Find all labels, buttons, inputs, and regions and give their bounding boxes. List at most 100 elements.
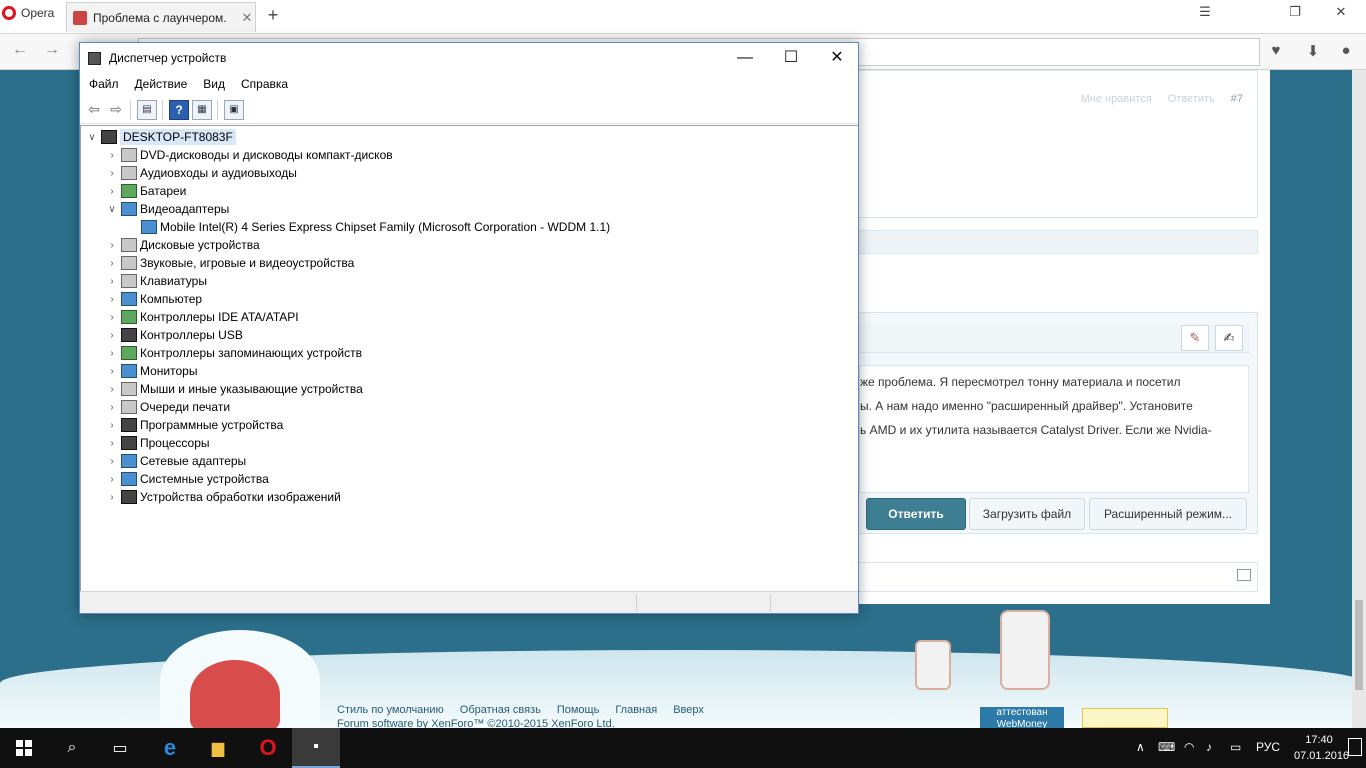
tree-category[interactable]: › Сетевые адаптеры [105, 452, 246, 470]
file-explorer-icon[interactable]: ▆ [194, 728, 242, 768]
keyboard-toggle-icon[interactable] [1237, 569, 1251, 581]
chevron-right-icon[interactable]: › [105, 474, 119, 485]
clock[interactable]: 17:40 07.01.2016 [1294, 732, 1349, 764]
tree-category[interactable]: › Процессоры [105, 434, 210, 452]
heart-icon[interactable]: ♥ [1266, 42, 1286, 62]
properties-icon[interactable]: ▦ [192, 100, 212, 120]
chevron-right-icon[interactable]: › [105, 258, 119, 269]
chevron-right-icon[interactable]: › [105, 420, 119, 431]
download-icon[interactable]: ⬇ [1303, 42, 1323, 62]
footer-link-feedback[interactable]: Обратная связь [460, 704, 541, 716]
upload-file-button[interactable]: Загрузить файл [969, 498, 1085, 530]
tab-menu-icon[interactable]: ☰ [1194, 4, 1216, 20]
footer-link-help[interactable]: Помощь [557, 704, 600, 716]
menu-file[interactable]: Файл [89, 77, 119, 91]
chevron-right-icon[interactable]: › [105, 294, 119, 305]
tree-category[interactable]: › Звуковые, игровые и видеоустройства [105, 254, 354, 272]
keyboard-tray-icon[interactable]: ⌨ [1158, 740, 1175, 754]
task-view-icon[interactable]: ▭ [96, 728, 144, 768]
chevron-right-icon[interactable]: › [105, 186, 119, 197]
chevron-right-icon[interactable]: › [105, 456, 119, 467]
account-icon[interactable]: ● [1336, 42, 1356, 62]
chevron-right-icon[interactable]: › [105, 330, 119, 341]
tree-category[interactable]: › Устройства обработки изображений [105, 488, 341, 506]
chevron-right-icon[interactable]: › [105, 240, 119, 251]
editor-text-area[interactable]: же проблема. Я пересмотрел тонну материа… [859, 365, 1249, 493]
forward-arrow-icon[interactable]: → [42, 41, 62, 59]
maximize-icon[interactable]: ☐ [768, 43, 814, 73]
minimize-icon[interactable]: — [722, 43, 768, 73]
show-hidden-icons-icon[interactable]: ∧ [1136, 740, 1145, 754]
reply-link[interactable]: Ответить [1168, 93, 1215, 105]
new-tab-button[interactable]: + [262, 5, 284, 26]
tree-root[interactable]: ∨ DESKTOP-FT8083F [85, 128, 236, 146]
start-button[interactable] [0, 728, 48, 768]
tree-category[interactable]: › Дисковые устройства [105, 236, 260, 254]
tree-category[interactable]: › Батареи [105, 182, 186, 200]
language-indicator[interactable]: РУС [1256, 740, 1280, 754]
post-number[interactable]: #7 [1231, 93, 1243, 105]
menu-view[interactable]: Вид [203, 77, 225, 91]
page-scrollbar-thumb[interactable] [1355, 600, 1363, 690]
menu-action[interactable]: Действие [135, 77, 188, 91]
tree-category[interactable]: › Очереди печати [105, 398, 230, 416]
tree-category[interactable]: › DVD-дисководы и дисководы компакт-диско… [105, 146, 393, 164]
wifi-icon[interactable]: ◠ [1184, 740, 1194, 754]
tree-category[interactable]: › Аудиовходы и аудиовыходы [105, 164, 297, 182]
opera-taskbar-icon[interactable]: O [244, 728, 292, 768]
tree-category[interactable]: › Клавиатуры [105, 272, 207, 290]
chevron-right-icon[interactable]: › [105, 492, 119, 503]
close-icon[interactable]: ✕ [814, 43, 860, 73]
chevron-right-icon[interactable]: › [105, 150, 119, 161]
browser-close-icon[interactable]: ✕ [1330, 4, 1352, 20]
tree-category[interactable]: › Контроллеры IDE ATA/ATAPI [105, 308, 299, 326]
chevron-right-icon[interactable]: › [105, 438, 119, 449]
webmoney-badge[interactable]: аттестован WebMoney [980, 707, 1064, 728]
reply-button[interactable]: Ответить [866, 498, 966, 530]
chevron-down-icon[interactable]: ∨ [85, 132, 99, 143]
opera-menu-button[interactable]: Opera [0, 0, 62, 26]
tree-category[interactable]: › Контроллеры USB [105, 326, 243, 344]
advanced-mode-button[interactable]: Расширенный режим... [1089, 498, 1247, 530]
back-arrow-icon[interactable]: ← [10, 41, 30, 59]
eraser-icon[interactable]: ✎ [1181, 325, 1209, 351]
tree-category[interactable]: › Программные устройства [105, 416, 283, 434]
tree-device[interactable]: Mobile Intel(R) 4 Series Express Chipset… [139, 218, 610, 236]
scan-hardware-icon[interactable]: ▣ [224, 100, 244, 120]
footer-link-top[interactable]: Вверх [673, 704, 704, 716]
forward-icon[interactable]: ⇨ [106, 100, 126, 120]
chevron-right-icon[interactable]: › [105, 348, 119, 359]
edit-mode-icon[interactable]: ✍ [1215, 325, 1243, 351]
volume-icon[interactable]: ♪ [1206, 740, 1212, 754]
chevron-right-icon[interactable]: › [105, 312, 119, 323]
like-link[interactable]: Мне нравится [1081, 93, 1152, 105]
help-icon[interactable]: ? [169, 100, 189, 120]
tab-close-icon[interactable]: ✕ [239, 10, 255, 26]
tree-category[interactable]: › Компьютер [105, 290, 202, 308]
device-manager-taskbar-icon[interactable]: ▪ [292, 728, 340, 768]
device-manager-titlebar[interactable]: Диспетчер устройств — ☐ ✕ [80, 43, 858, 73]
action-center-icon[interactable] [1348, 738, 1362, 756]
search-icon[interactable]: ⌕ [48, 728, 96, 768]
back-icon[interactable]: ⇦ [84, 100, 104, 120]
tree-category[interactable]: › Системные устройства [105, 470, 269, 488]
page-scrollbar[interactable] [1352, 70, 1366, 728]
tree-category[interactable]: ∨ Видеоадаптеры [105, 200, 229, 218]
browser-tab[interactable]: Проблема с лаунчером. ✕ [66, 2, 256, 32]
edge-browser-icon[interactable]: e [146, 728, 194, 768]
footer-link-home[interactable]: Главная [615, 704, 657, 716]
counter-badge[interactable] [1082, 708, 1168, 728]
tree-category[interactable]: › Мониторы [105, 362, 197, 380]
browser-restore-icon[interactable]: ❐ [1284, 4, 1306, 20]
chevron-right-icon[interactable]: › [105, 366, 119, 377]
chevron-right-icon[interactable]: › [105, 276, 119, 287]
menu-help[interactable]: Справка [241, 77, 288, 91]
chevron-right-icon[interactable]: › [105, 168, 119, 179]
chevron-right-icon[interactable]: › [105, 402, 119, 413]
tree-category[interactable]: › Мыши и иные указывающие устройства [105, 380, 363, 398]
message-icon[interactable]: ▭ [1230, 740, 1241, 754]
chevron-down-icon[interactable]: ∨ [105, 204, 119, 215]
tree-category[interactable]: › Контроллеры запоминающих устройств [105, 344, 362, 362]
footer-link-style[interactable]: Стиль по умолчанию [337, 704, 444, 716]
show-hide-console-tree-icon[interactable]: ▤ [137, 100, 157, 120]
